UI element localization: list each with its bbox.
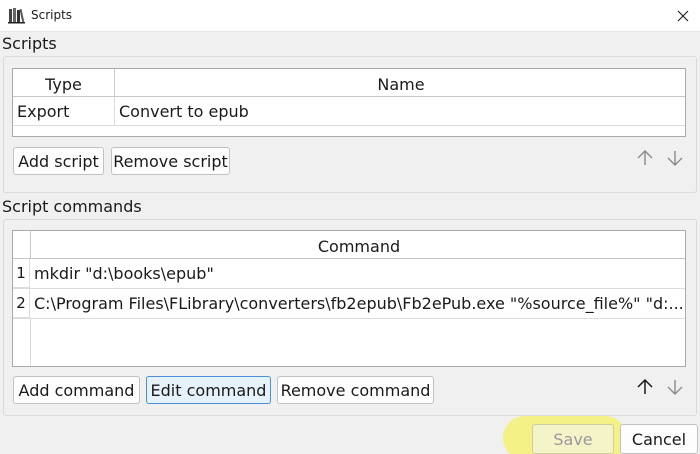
- arrow-up-icon: [636, 149, 654, 171]
- add-command-button[interactable]: Add command: [13, 376, 140, 404]
- remove-script-button[interactable]: Remove script: [111, 147, 230, 175]
- commands-header-command[interactable]: Command: [30, 231, 685, 259]
- row-header-divider: [30, 319, 31, 366]
- move-command-up-button[interactable]: [634, 378, 656, 400]
- close-button[interactable]: [670, 4, 696, 28]
- window-title: Scripts: [31, 8, 73, 22]
- table-row[interactable]: Export Convert to epub: [13, 97, 685, 126]
- row-number: 1: [13, 259, 30, 288]
- command-cell: mkdir "d:\books\epub": [34, 264, 214, 283]
- table-row[interactable]: 1 mkdir "d:\books\epub": [13, 259, 685, 289]
- row-number: 2: [13, 289, 30, 318]
- add-script-button[interactable]: Add script: [13, 147, 104, 175]
- title-bar: Scripts: [0, 0, 700, 32]
- script-name-cell: Convert to epub: [119, 102, 249, 121]
- scripts-table[interactable]: Type Name Export Convert to epub: [12, 68, 686, 137]
- save-button[interactable]: Save: [532, 424, 614, 454]
- table-row[interactable]: 2 C:\Program Files\FLibrary\converters\f…: [13, 289, 685, 319]
- arrow-down-icon: [666, 378, 684, 400]
- commands-corner-header: [13, 231, 30, 259]
- scripts-header-type[interactable]: Type: [13, 69, 115, 97]
- books-icon: [8, 6, 26, 24]
- scripts-header-name[interactable]: Name: [115, 69, 685, 97]
- commands-table[interactable]: Command 1 mkdir "d:\books\epub" 2 C:\Pro…: [12, 230, 686, 367]
- script-type-cell: Export: [13, 97, 115, 126]
- commands-section-label: Script commands: [2, 197, 142, 216]
- move-script-up-button[interactable]: [634, 149, 656, 171]
- arrow-up-icon: [636, 378, 654, 400]
- move-script-down-button[interactable]: [664, 149, 686, 171]
- cancel-button[interactable]: Cancel: [620, 424, 698, 454]
- edit-command-button[interactable]: Edit command: [146, 376, 271, 404]
- command-cell: C:\Program Files\FLibrary\converters\fb2…: [34, 294, 684, 313]
- close-icon: [677, 7, 689, 26]
- move-command-down-button[interactable]: [664, 378, 686, 400]
- scripts-section-label: Scripts: [2, 34, 57, 53]
- remove-command-button[interactable]: Remove command: [277, 376, 434, 404]
- arrow-down-icon: [666, 149, 684, 171]
